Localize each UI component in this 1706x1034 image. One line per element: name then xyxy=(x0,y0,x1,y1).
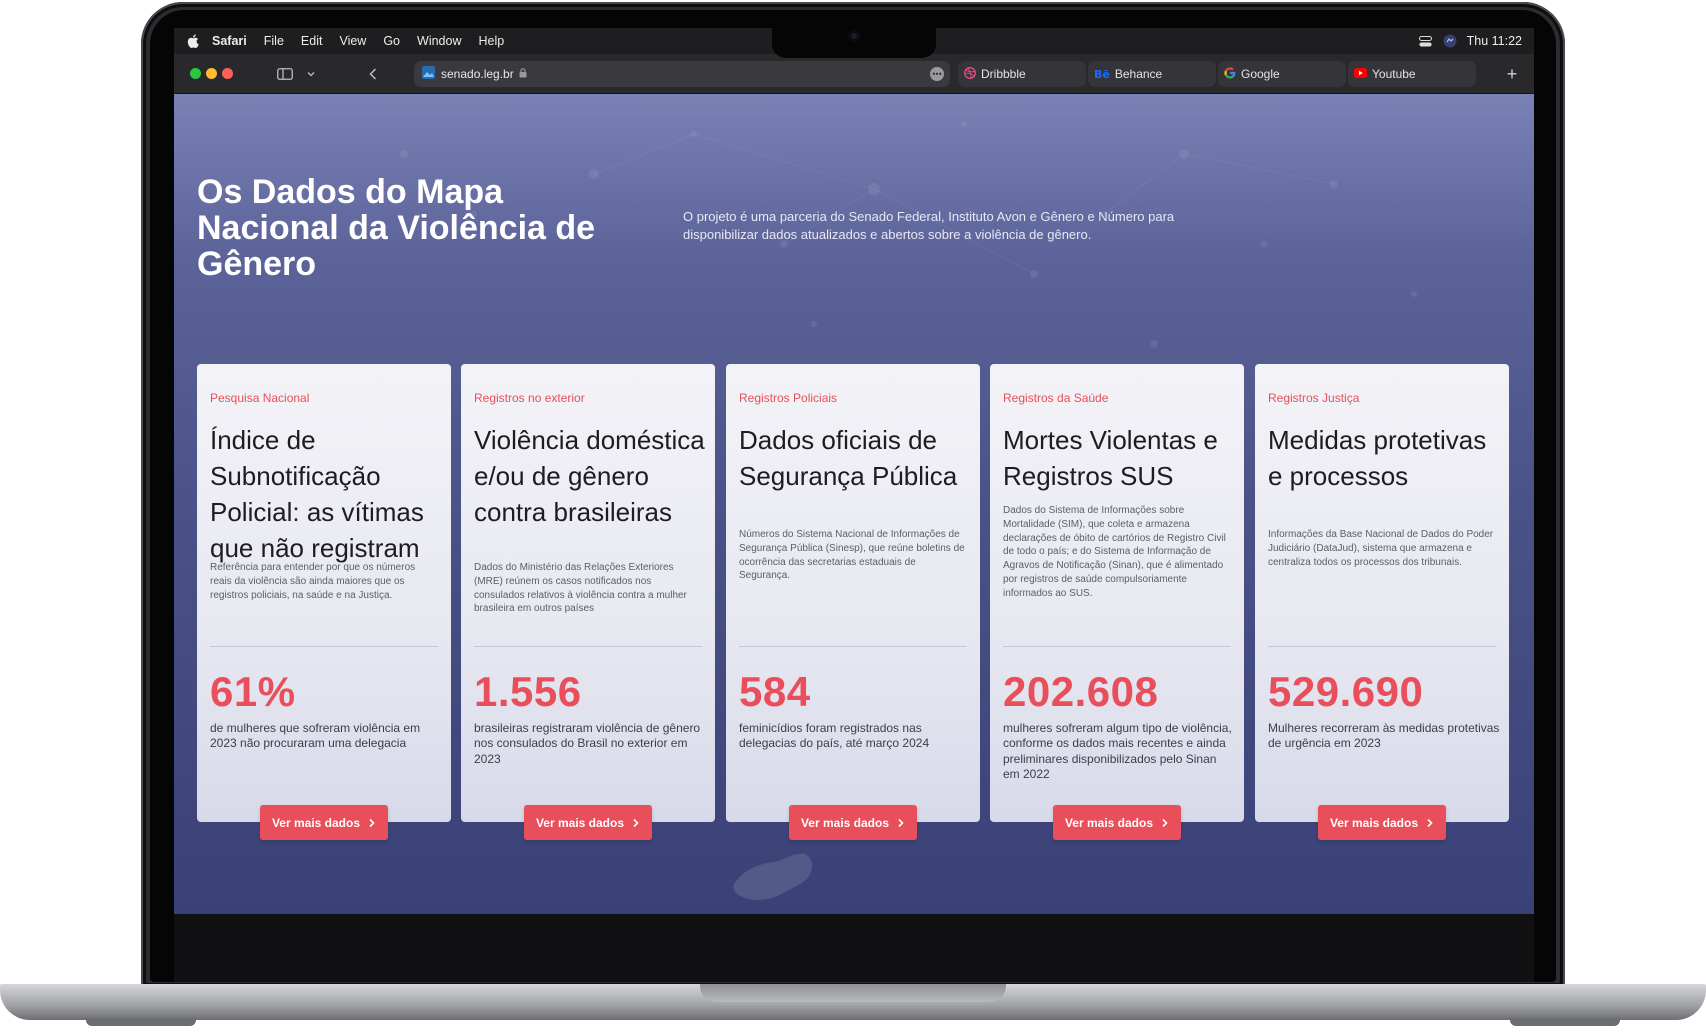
card-stat-text: feminicídios foram registrados nas deleg… xyxy=(739,721,930,751)
chevron-down-icon[interactable] xyxy=(304,64,318,84)
menu-file[interactable]: File xyxy=(264,34,284,48)
screen: Safari File Edit View Go Window Help Thu… xyxy=(174,28,1534,914)
card-category: Registros da Saúde xyxy=(1003,391,1109,405)
new-tab-plus-icon[interactable]: + xyxy=(1502,64,1522,84)
card-description: Números do Sistema Nacional de Informaçõ… xyxy=(739,529,965,582)
chevron-right-icon xyxy=(632,818,640,828)
card-divider xyxy=(210,646,438,647)
card-title: Dados oficiais de Segurança Pública xyxy=(739,425,958,491)
card-stat-text: de mulheres que sofreram violência em 20… xyxy=(210,721,421,751)
map-silhouette-graphic xyxy=(733,853,812,900)
tab-label: Youtube xyxy=(1372,67,1416,81)
card-stat-text: mulheres sofreram algum tipo de violênci… xyxy=(1003,721,1232,781)
tab-dribbble[interactable]: Dribbble xyxy=(958,61,1086,87)
data-card: Registros no exterior Violência doméstic… xyxy=(461,364,715,840)
youtube-icon xyxy=(1354,67,1367,81)
dribbble-icon xyxy=(964,66,976,82)
window-zoom-button[interactable] xyxy=(190,68,201,79)
ver-mais-dados-button[interactable]: Ver mais dados xyxy=(260,805,388,840)
card-title: Violência doméstica e/ou de gênero contr… xyxy=(474,425,705,527)
menu-window[interactable]: Window xyxy=(417,34,461,48)
chevron-right-icon xyxy=(897,818,905,828)
card-category: Registros Policiais xyxy=(739,391,838,405)
site-favicon xyxy=(422,66,435,82)
address-bar[interactable]: senado.leg.br ••• xyxy=(414,61,950,87)
card-title: Mortes Violentas e Registros SUS xyxy=(1003,425,1218,491)
page-title: Os Dados do Mapa Nacional da Violência d… xyxy=(197,173,596,283)
laptop-foot-right xyxy=(1510,1018,1620,1026)
back-arrow-icon[interactable] xyxy=(366,64,380,84)
menu-clock[interactable]: Thu 11:22 xyxy=(1467,34,1522,48)
window-close-button[interactable] xyxy=(222,68,233,79)
card-divider xyxy=(1268,646,1496,647)
laptop-foot-left xyxy=(86,1018,196,1026)
menu-app-name[interactable]: Safari xyxy=(212,34,247,48)
card-stat: 61% xyxy=(210,668,296,715)
button-label: Ver mais dados xyxy=(271,815,361,830)
card-category: Registros Justiça xyxy=(1268,391,1360,405)
button-label: Ver mais dados xyxy=(535,815,625,830)
behance-icon: Bē xyxy=(1094,67,1110,81)
google-icon xyxy=(1224,66,1236,82)
data-card: Registros Policiais Dados oficiais de Se… xyxy=(726,364,980,840)
card-divider xyxy=(474,646,702,647)
menu-view[interactable]: View xyxy=(339,34,366,48)
bezel-bottom xyxy=(174,914,1534,982)
tab-youtube[interactable]: Youtube xyxy=(1348,61,1476,87)
card-category: Registros no exterior xyxy=(474,391,585,405)
card-description: Informações da Base Nacional de Dados do… xyxy=(1268,529,1494,568)
chevron-right-icon xyxy=(1161,818,1169,828)
tab-behance[interactable]: Bē Behance xyxy=(1088,61,1216,87)
browser-toolbar: senado.leg.br ••• Dribbble Bē Behance Go… xyxy=(174,54,1534,94)
more-options-icon[interactable]: ••• xyxy=(930,67,944,81)
card-stat-text: Mulheres recorreram às medidas protetiva… xyxy=(1268,721,1500,751)
tab-label: Behance xyxy=(1114,67,1163,81)
window-minimize-button[interactable] xyxy=(206,68,217,79)
menu-edit[interactable]: Edit xyxy=(301,34,323,48)
card-title: Índice de Subnotificação Policial: as ví… xyxy=(210,425,424,563)
card-title: Medidas protetivas e processos xyxy=(1268,425,1487,491)
card-stat: 1.556 xyxy=(474,668,582,715)
menu-status-area: Thu 11:22 xyxy=(1419,28,1522,54)
card-stat: 529.690 xyxy=(1268,668,1424,715)
chevron-right-icon xyxy=(368,818,376,828)
ver-mais-dados-button[interactable]: Ver mais dados xyxy=(1053,805,1181,840)
camera-notch xyxy=(772,24,936,58)
card-category: Pesquisa Nacional xyxy=(210,391,310,405)
ver-mais-dados-button[interactable]: Ver mais dados xyxy=(1318,805,1446,840)
siri-icon[interactable] xyxy=(1443,34,1457,48)
tab-google[interactable]: Google xyxy=(1218,61,1346,87)
data-card: Registros da Saúde Mortes Violentas e Re… xyxy=(990,364,1244,840)
card-description: Dados do Sistema de Informações sobre Mo… xyxy=(1003,505,1226,599)
address-text[interactable]: senado.leg.br xyxy=(441,67,514,81)
tab-label: Dribbble xyxy=(981,67,1026,81)
card-stat: 584 xyxy=(739,668,811,715)
sidebar-toggle-icon[interactable] xyxy=(276,64,294,84)
card-stat: 202.608 xyxy=(1003,668,1159,715)
card-divider xyxy=(739,646,967,647)
page-description: O projeto é uma parceria do Senado Feder… xyxy=(683,209,1175,242)
data-card: Registros Justiça Medidas protetivas e p… xyxy=(1255,364,1509,840)
card-stat-text: brasileiras registraram violência de gên… xyxy=(474,721,701,766)
chevron-right-icon xyxy=(1426,818,1434,828)
tab-label: Google xyxy=(1241,67,1280,81)
card-description: Dados do Ministério das Relações Exterio… xyxy=(474,562,687,615)
control-center-icon[interactable] xyxy=(1419,34,1433,48)
ver-mais-dados-button[interactable]: Ver mais dados xyxy=(524,805,652,840)
menu-help[interactable]: Help xyxy=(478,34,504,48)
web-page: Os Dados do Mapa Nacional da Violência d… xyxy=(174,94,1534,914)
button-label: Ver mais dados xyxy=(1064,815,1154,830)
data-cards: Pesquisa Nacional Índice de Subnotificaç… xyxy=(197,364,1509,844)
card-divider xyxy=(1003,646,1231,647)
lock-icon xyxy=(519,67,527,81)
apple-icon[interactable] xyxy=(186,34,200,48)
menu-go[interactable]: Go xyxy=(383,34,400,48)
button-label: Ver mais dados xyxy=(1329,815,1419,830)
laptop-base-notch xyxy=(700,984,1006,1002)
data-card: Pesquisa Nacional Índice de Subnotificaç… xyxy=(197,364,451,840)
camera-icon xyxy=(848,30,860,42)
card-description: Referência para entender por que os núme… xyxy=(210,562,416,601)
